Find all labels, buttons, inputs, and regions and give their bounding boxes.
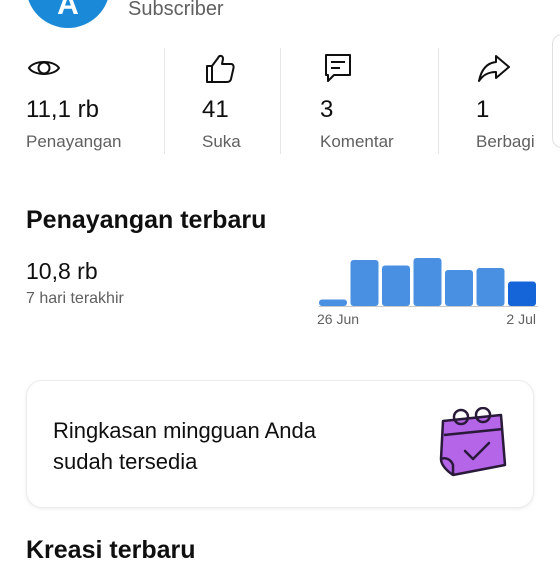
chart-bar — [350, 260, 379, 306]
stat-value: 11,1 rb — [26, 96, 99, 123]
stat-label: Komentar — [320, 132, 394, 151]
stat-label: Penayangan — [26, 132, 122, 151]
recent-views-title: Penayangan terbaru — [26, 206, 267, 234]
subscriber-label: Subscriber — [128, 0, 224, 20]
stat-label: Suka — [202, 132, 241, 151]
chart-bar — [445, 270, 473, 306]
weekly-summary-card[interactable]: Ringkasan mingguan Anda sudah tersedia — [26, 380, 534, 508]
avatar-letter: A — [57, 0, 79, 21]
share-icon — [478, 55, 510, 82]
stat-value: 41 — [202, 96, 229, 123]
next-card-edge[interactable] — [552, 34, 560, 148]
stat-value: 1 — [476, 96, 490, 123]
recent-views-chart[interactable]: 26 Jun 2 Jul — [310, 246, 540, 336]
calendar-check-illustration — [439, 407, 507, 477]
chart-bar — [476, 268, 505, 306]
thumbs-up-icon — [206, 54, 235, 83]
chart-bar — [508, 281, 536, 306]
chart-bar — [382, 265, 410, 306]
eye-icon — [27, 61, 61, 75]
weekly-summary-text: Ringkasan mingguan Anda sudah tersedia — [53, 415, 393, 477]
divider — [280, 48, 281, 154]
stats-row: 11,1 rb Penayangan 41 Suka 3 Komentar 1 … — [0, 46, 560, 156]
stat-label: Berbagi — [476, 132, 535, 151]
latest-creations-title: Kreasi terbaru — [26, 536, 196, 564]
weekly-summary-line2: sudah tersedia — [53, 449, 198, 474]
stat-value: 3 — [320, 96, 334, 123]
divider — [164, 48, 165, 154]
channel-avatar[interactable]: A — [26, 0, 110, 28]
chart-tick-label: 2 Jul — [506, 311, 536, 327]
chart-tick-label: 26 Jun — [317, 311, 359, 327]
comment-icon — [325, 54, 351, 82]
divider — [438, 48, 439, 154]
chart-bar — [413, 258, 442, 306]
weekly-summary-line1: Ringkasan mingguan Anda — [53, 418, 316, 443]
recent-views-value: 10,8 rb — [26, 258, 98, 284]
recent-views-period: 7 hari terakhir — [26, 290, 124, 307]
chart-bar — [319, 299, 347, 306]
